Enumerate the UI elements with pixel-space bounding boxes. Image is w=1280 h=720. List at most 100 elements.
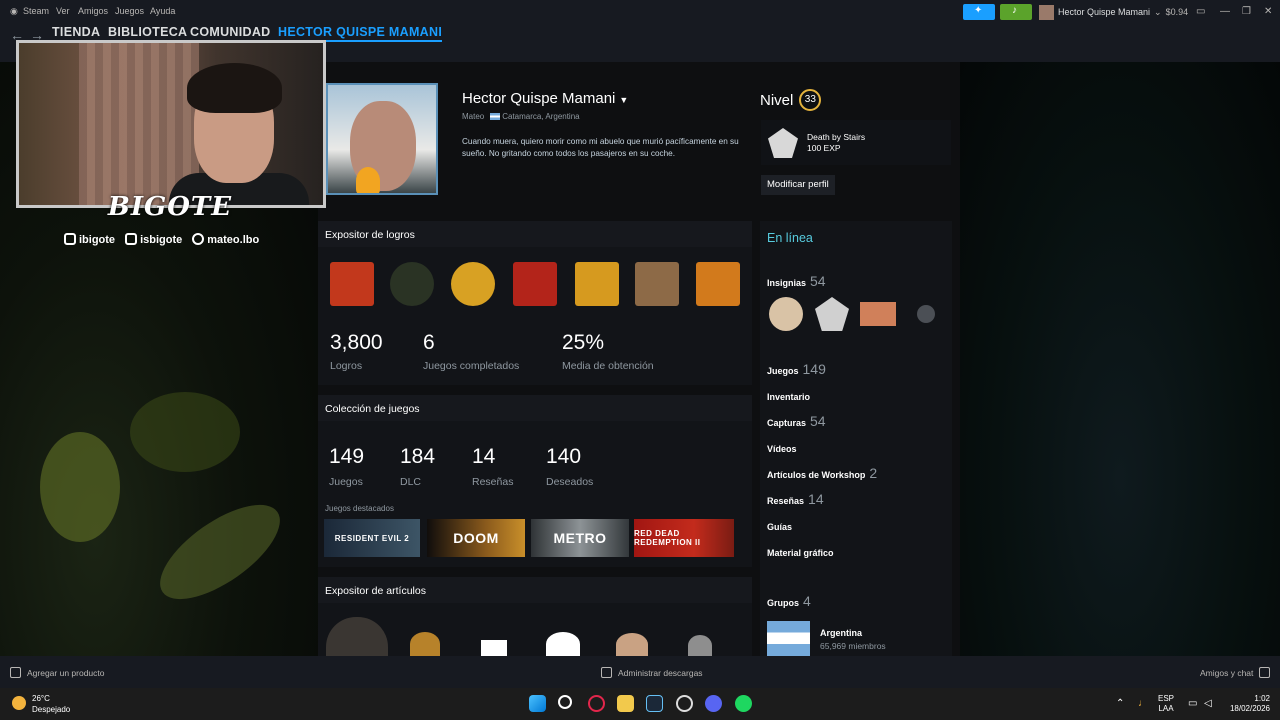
twitch-kick-handle: ibigote xyxy=(64,233,115,246)
sidebar-item-games[interactable]: Juegos 149 xyxy=(767,361,826,377)
steam-logo-icon[interactable]: ◉ xyxy=(10,6,18,17)
notifications-button[interactable]: ♪ xyxy=(1000,4,1032,20)
stairs-badge-icon[interactable] xyxy=(815,297,849,331)
tab-community[interactable]: COMUNIDAD xyxy=(190,25,270,39)
profile-avatar[interactable] xyxy=(326,83,438,195)
stat-value: 3,800 xyxy=(330,331,383,354)
featured-game-capsule[interactable]: DOOM xyxy=(427,519,525,557)
chevron-up-icon[interactable]: ⌃ xyxy=(1116,698,1124,709)
item-showcase: Expositor de artículos xyxy=(318,577,752,656)
item-showcase-title: Expositor de artículos xyxy=(318,577,752,603)
sidebar-item-workshop[interactable]: Artículos de Workshop 2 xyxy=(767,465,877,481)
steam-bottom-bar: Agregar un producto Administrar descarga… xyxy=(0,656,1280,688)
weather-widget[interactable]: 26°C Despejado xyxy=(12,693,70,715)
achievement-icon[interactable] xyxy=(575,262,619,306)
level-label: Nivel xyxy=(760,91,794,109)
obs-icon[interactable] xyxy=(676,695,693,712)
menu-help[interactable]: Ayuda xyxy=(150,6,175,16)
stat-label: Reseñas xyxy=(472,476,514,488)
sidebar-item-artwork[interactable]: Material gráfico xyxy=(767,548,834,558)
item-icon[interactable] xyxy=(688,635,712,656)
stat-label: Deseados xyxy=(546,476,594,488)
tiktok-handle: isbigote xyxy=(125,233,182,246)
opera-icon[interactable] xyxy=(588,695,605,712)
friends-chat-button[interactable]: Amigos y chat xyxy=(1200,667,1271,678)
profile-background-right xyxy=(960,62,1280,656)
spotify-icon[interactable] xyxy=(735,695,752,712)
sidebar-item-screenshots[interactable]: Capturas 54 xyxy=(767,413,826,429)
account-name: Hector Quispe Mamani xyxy=(1058,7,1151,17)
item-icon[interactable] xyxy=(481,640,507,656)
badge-icon[interactable] xyxy=(860,302,896,326)
stat-label: Media de obtención xyxy=(562,360,654,372)
group-members: 65,969 miembros xyxy=(820,641,886,651)
discord-icon[interactable] xyxy=(705,695,722,712)
edit-profile-button[interactable]: Modificar perfil xyxy=(761,175,835,195)
volume-icon[interactable]: ◁ xyxy=(1204,698,1212,709)
featured-game-capsule[interactable]: RED DEAD REDEMPTION II xyxy=(634,519,734,557)
badge-icon[interactable] xyxy=(769,297,803,331)
announcements-button[interactable]: ✦ xyxy=(963,4,995,20)
profile-name[interactable]: Hector Quispe Mamani ▼ xyxy=(462,90,628,107)
group-name[interactable]: Argentina xyxy=(820,628,862,638)
search-icon[interactable] xyxy=(558,695,572,709)
skull-badge-icon[interactable] xyxy=(917,305,935,323)
level-badge[interactable]: 33 xyxy=(799,89,822,111)
achievement-icon[interactable] xyxy=(513,262,557,306)
stairs-badge-icon xyxy=(768,128,798,158)
add-product-button[interactable]: Agregar un producto xyxy=(10,667,105,678)
stat-value[interactable]: 149 xyxy=(329,445,364,469)
maximize-icon[interactable]: ❐ xyxy=(1242,6,1251,17)
sidebar-item-guides[interactable]: Guías xyxy=(767,522,792,532)
item-icon[interactable] xyxy=(410,632,440,656)
featured-game-capsule[interactable]: METRO xyxy=(531,519,629,557)
file-explorer-icon[interactable] xyxy=(617,695,634,712)
stat-value: 6 xyxy=(423,331,435,354)
sidebar-item-badges[interactable]: Insignias 54 xyxy=(767,273,826,289)
close-icon[interactable]: ✕ xyxy=(1264,6,1272,17)
menu-friends[interactable]: Amigos xyxy=(78,6,108,16)
stat-value[interactable]: 140 xyxy=(546,445,581,469)
stream-socials: ibigote isbigote mateo.lbo xyxy=(64,233,324,246)
favorite-badge-name: Death by Stairs xyxy=(807,132,866,142)
windows-start-icon[interactable] xyxy=(529,695,546,712)
manage-downloads-button[interactable]: Administrar descargas xyxy=(601,667,703,678)
sidebar-item-groups[interactable]: Grupos 4 xyxy=(767,593,811,609)
menu-view[interactable]: Ver xyxy=(56,6,70,16)
language-indicator[interactable]: ESP LAA xyxy=(1158,694,1174,714)
stat-label: Juegos completados xyxy=(423,360,520,372)
online-status: En línea xyxy=(767,231,813,245)
item-icon[interactable] xyxy=(326,617,388,656)
achievement-icon[interactable] xyxy=(635,262,679,306)
favorite-badge[interactable]: Death by Stairs 100 EXP xyxy=(761,120,951,165)
tiktok-icon xyxy=(125,233,138,245)
item-icon[interactable] xyxy=(546,632,580,656)
account-menu[interactable]: Hector Quispe Mamani ⌄ $0.94 xyxy=(1039,4,1188,20)
minimize-icon[interactable]: — xyxy=(1220,6,1230,17)
achievement-icon[interactable] xyxy=(390,262,434,306)
achievement-icon[interactable] xyxy=(696,262,740,306)
clock[interactable]: 1:02 18/02/2026 xyxy=(1226,694,1270,714)
stat-value[interactable]: 184 xyxy=(400,445,435,469)
steam-icon[interactable] xyxy=(646,695,663,712)
download-icon xyxy=(601,667,612,678)
menu-games[interactable]: Juegos xyxy=(115,6,144,16)
chevron-down-icon[interactable]: ▼ xyxy=(619,95,628,105)
tab-library[interactable]: BIBLIOTECA xyxy=(108,25,187,39)
group-avatar[interactable] xyxy=(767,621,810,656)
menu-steam[interactable]: Steam xyxy=(23,6,49,16)
achievement-icon[interactable] xyxy=(451,262,495,306)
favorite-badge-xp: 100 EXP xyxy=(807,143,841,153)
tab-store[interactable]: TIENDA xyxy=(52,25,100,39)
stat-label: Logros xyxy=(330,360,363,372)
display-icon[interactable]: ▭ xyxy=(1188,698,1197,709)
featured-game-capsule[interactable]: RESIDENT EVIL 2 xyxy=(324,519,420,557)
microphone-icon[interactable]: ♩ xyxy=(1138,698,1148,709)
sidebar-item-videos[interactable]: Vídeos xyxy=(767,444,797,454)
achievement-icon[interactable] xyxy=(330,262,374,306)
stat-value[interactable]: 14 xyxy=(472,445,495,469)
sidebar-item-inventory[interactable]: Inventario xyxy=(767,392,810,402)
item-icon[interactable] xyxy=(616,633,648,656)
sidebar-item-reviews[interactable]: Reseñas 14 xyxy=(767,491,824,507)
big-picture-icon[interactable]: ▭ xyxy=(1196,6,1205,17)
